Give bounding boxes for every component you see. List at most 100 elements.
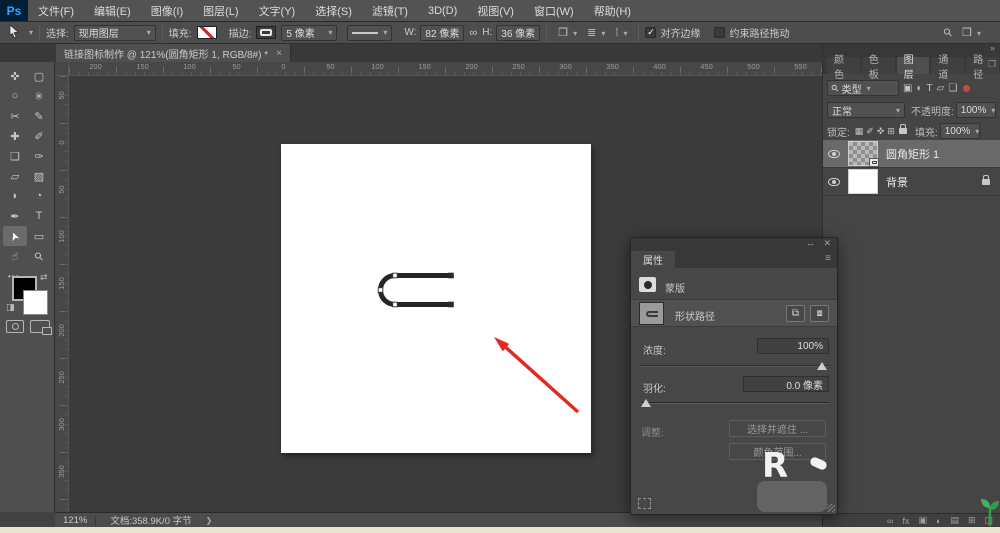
layer-style-icon[interactable]: fx [902, 516, 909, 526]
document-tab[interactable]: 链接图标制作 @ 121%(圆角矩形 1, RGB/8#) * × [56, 44, 291, 62]
layer-thumbnail[interactable] [848, 169, 878, 194]
tool-preset-chevron-icon[interactable]: ▾ [29, 28, 33, 37]
lock-position-icon[interactable]: ✜ [877, 126, 885, 137]
align-edges-checkbox[interactable]: ✓ [645, 27, 656, 38]
filter-smartobject-icon[interactable]: ❏ [948, 83, 957, 94]
default-colors-icon[interactable]: ◨ [6, 302, 15, 313]
path-select-tool[interactable]: ➤ [3, 226, 27, 246]
swap-colors-icon[interactable]: ⇄ [40, 272, 48, 283]
layer-filter-dropdown[interactable]: ⚲ 类型 ▾ [827, 80, 899, 96]
screen-mode-icon[interactable] [30, 320, 50, 333]
menu-edit[interactable]: 编辑(E) [84, 0, 141, 22]
height-input[interactable]: 36 像素 [496, 25, 540, 41]
lock-transparent-icon[interactable]: ▦ [855, 126, 864, 137]
tab-properties[interactable]: 属性 [631, 251, 675, 268]
zoom-level-field[interactable]: 121% [55, 515, 96, 526]
rounded-rect-shape-path[interactable] [378, 273, 453, 307]
density-slider[interactable] [641, 365, 829, 367]
feather-slider-thumb[interactable] [641, 399, 651, 407]
menu-filter[interactable]: 滤镜(T) [362, 0, 418, 22]
select-and-mask-button[interactable]: 选择并遮住 ... [729, 420, 826, 437]
clip-mask-icon[interactable] [638, 498, 651, 509]
eraser-tool[interactable]: ▱ [3, 166, 27, 186]
layer-thumbnail[interactable] [848, 141, 878, 166]
add-mask-icon[interactable]: ▣ [918, 515, 927, 526]
move-tool[interactable]: ✜ [3, 66, 27, 86]
healing-brush-tool[interactable]: ✚ [3, 126, 27, 146]
tab-swatches[interactable]: 色板 [862, 57, 895, 74]
menu-3d[interactable]: 3D(D) [418, 0, 467, 22]
filter-toggle-icon[interactable] [963, 85, 970, 92]
lock-all-icon[interactable] [899, 128, 907, 134]
type-tool[interactable]: T [27, 206, 51, 226]
menu-window[interactable]: 窗口(W) [524, 0, 584, 22]
eyedropper-tool[interactable]: ✎ [27, 106, 51, 126]
ruler-origin-corner[interactable] [55, 62, 69, 76]
new-layer-icon[interactable]: ⊞ [968, 515, 976, 526]
collapse-panel-icon[interactable]: ↔ [806, 238, 815, 248]
clone-stamp-tool[interactable]: ❏ [3, 146, 27, 166]
apply-mask-icon[interactable]: ⧇ [810, 305, 829, 322]
adjustment-layer-icon[interactable]: ◐ [936, 516, 941, 526]
layer-fill-dropdown[interactable]: 100%▾ [940, 123, 980, 139]
filter-adjustment-icon[interactable]: ◐ [916, 83, 922, 94]
layer-name[interactable]: 圆角矩形 1 [886, 146, 939, 162]
status-expand-icon[interactable]: ❯ [206, 516, 213, 525]
close-icon[interactable]: ✕ [823, 238, 831, 249]
close-icon[interactable]: × [276, 48, 282, 59]
vertical-ruler[interactable]: 50050100150200250300350 [55, 76, 69, 512]
quick-mask-icon[interactable] [6, 320, 24, 333]
gradient-tool[interactable]: ▨ [27, 166, 51, 186]
properties-header[interactable]: ↔ ✕ [631, 238, 837, 251]
lasso-tool[interactable]: ○ [3, 86, 27, 106]
current-tool-icon[interactable] [8, 24, 20, 41]
zoom-tool[interactable]: ⚲ [27, 246, 51, 266]
layer-name[interactable]: 背景 [886, 174, 908, 190]
brush-tool[interactable]: ✐ [27, 126, 51, 146]
mask-thumbnail[interactable] [639, 302, 664, 325]
background-color-swatch[interactable] [23, 290, 48, 315]
visibility-eye-icon[interactable] [828, 150, 840, 158]
constrain-path-checkbox[interactable] [714, 27, 725, 38]
feather-value[interactable]: 0.0 像素 [743, 376, 829, 392]
hand-tool[interactable]: ☝ [3, 246, 27, 266]
panel-menu-icon[interactable]: ≡ [825, 253, 831, 264]
blur-tool[interactable]: ◗ [3, 186, 27, 206]
shape-path-row[interactable]: 形状路径 ⧉ ⧇ [631, 299, 837, 327]
crop-tool[interactable]: ✂ [3, 106, 27, 126]
menu-type[interactable]: 文字(Y) [249, 0, 306, 22]
layer-row-rounded-rect[interactable]: 圆角矩形 1 [823, 140, 1000, 168]
pen-tool[interactable]: ✒ [3, 206, 27, 226]
workspace-icon[interactable]: ❒▾ [962, 26, 981, 39]
lock-artboard-icon[interactable]: ⊞ [887, 126, 895, 137]
marquee-tool[interactable]: ▢ [27, 66, 51, 86]
density-slider-thumb[interactable] [817, 362, 827, 370]
link-dimensions-icon[interactable]: ∞ [469, 27, 477, 39]
visibility-eye-icon[interactable] [828, 178, 840, 186]
path-arrangement-icon[interactable]: ⁞▾ [615, 27, 627, 39]
fill-swatch[interactable] [197, 26, 217, 39]
path-operations-icon[interactable]: ❐▾ [558, 26, 577, 39]
tab-channels[interactable]: 通道 [931, 57, 964, 74]
opacity-dropdown[interactable]: 100%▾ [956, 102, 996, 118]
stroke-swatch[interactable] [256, 26, 276, 39]
shape-tool[interactable]: ▭ [27, 226, 51, 246]
link-layers-icon[interactable]: ∞ [887, 516, 893, 526]
stroke-width-dropdown[interactable]: 5 像素▾ [281, 25, 337, 41]
search-icon[interactable]: ⚲ [941, 25, 956, 40]
group-layers-icon[interactable]: ▤ [950, 515, 959, 526]
menu-image[interactable]: 图像(I) [141, 0, 193, 22]
horizontal-ruler[interactable]: 2001501005005010015020025030035040045050… [69, 62, 822, 76]
lock-pixels-icon[interactable]: ✐ [866, 126, 874, 137]
filter-shape-icon[interactable]: ▱ [937, 83, 945, 94]
menu-view[interactable]: 视图(V) [467, 0, 524, 22]
menu-select[interactable]: 选择(S) [305, 0, 362, 22]
load-selection-icon[interactable]: ⧉ [786, 305, 805, 322]
path-alignment-icon[interactable]: ≣▾ [587, 26, 605, 39]
panel-options-icon[interactable]: ❒ [988, 59, 996, 70]
menu-layer[interactable]: 图层(L) [193, 0, 248, 22]
magic-wand-tool[interactable]: ✳ [27, 86, 51, 106]
stroke-style-dropdown[interactable]: ▾ [347, 25, 392, 41]
dodge-tool[interactable]: ◔ [27, 186, 51, 206]
layer-row-background[interactable]: 背景 [823, 168, 1000, 196]
